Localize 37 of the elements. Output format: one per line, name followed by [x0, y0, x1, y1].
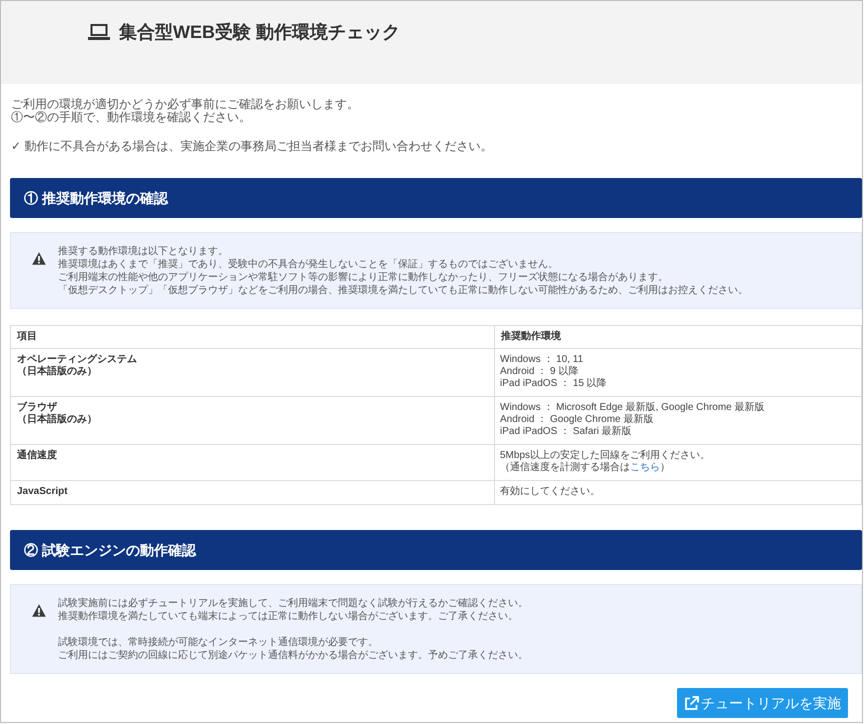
- spec-text: Android ： Google Chrome 最新版: [500, 414, 654, 426]
- spec-text: （通信速度を計測する場合はこちら）: [500, 462, 671, 474]
- external-link-icon: [684, 696, 699, 710]
- column-header: 項目: [10, 326, 494, 348]
- item-label: （日本語版のみ）: [17, 366, 98, 378]
- warning-icon: [32, 604, 46, 617]
- notice-text: 試験環境では、常時接続が可能なインターネット通信環境が必要です。: [58, 636, 379, 649]
- section-title: ② 試験エンジンの動作確認: [24, 540, 196, 560]
- page-title: 集合型WEB受験 動作環境チェック: [119, 21, 400, 44]
- contact-note: ✓ 動作に不具合がある場合は、実施企業の事務局ご担当者様までお問い合わせください。: [11, 140, 494, 153]
- notice-text: 「仮想デスクトップ」「仮想ブラウザ」などをご利用の場合、推奨環境を満たしていても正常に動作しない可能性があるため、ご利用はお控えください。: [58, 284, 748, 297]
- speed-test-link[interactable]: こちら: [630, 462, 660, 473]
- intro-text: ご利用の環境が適切かどうか必ず事前にご確認をお願いします。: [11, 98, 360, 111]
- notice-text: 推奨する動作環境は以下となります。: [58, 245, 229, 258]
- spec-text: Android ： 9 以降: [500, 366, 580, 378]
- section-title: ① 推奨動作環境の確認: [24, 188, 168, 208]
- notice-text: 推奨環境はあくまで「推奨」であり、受験中の不具合が発生しないことを「保証」するものではございません。: [58, 258, 559, 271]
- tutorial-button[interactable]: チュートリアルを実施: [677, 688, 848, 718]
- notice-text: 推奨動作環境を満たしていても端末によっては正常に動作しない場合がございます。ご了承ください。: [58, 610, 519, 623]
- notice-text: 試験実施前には必ずチュートリアルを実施して、ご利用端末で問題なく試験が行えるかご確認ください。: [58, 597, 528, 610]
- item-label: ブラウザ: [17, 402, 58, 414]
- spec-text: Windows ： 10, 11: [500, 354, 584, 366]
- item-label: 通信速度: [17, 450, 58, 462]
- spec-text: Windows ： Microsoft Edge 最新版, Google Chrome 最新版: [500, 402, 766, 414]
- spec-text: 有効にしてください。: [500, 486, 601, 498]
- warning-icon: [32, 252, 46, 265]
- column-header: 推奨動作環境: [494, 326, 862, 348]
- item-label: オペレーティングシステム: [17, 354, 138, 366]
- intro-text: ①〜②の手順で、動作環境を確認ください。: [11, 111, 252, 124]
- spec-text: 5Mbps以上の安定した回線をご利用ください。: [500, 450, 712, 462]
- notice-text: ご利用にはご契約の回線に応じて別途パケット通信料がかかる場合がございます。予めご了承ください。: [58, 649, 528, 662]
- laptop-icon: [88, 24, 110, 40]
- spec-text: iPad iPadOS ： Safari 最新版: [500, 426, 633, 438]
- item-label: JavaScript: [17, 486, 69, 498]
- item-label: （日本語版のみ）: [17, 414, 98, 426]
- spec-text: iPad iPadOS ： 15 以降: [500, 378, 608, 390]
- notice-text: ご利用端末の性能や他のアプリケーションや常駐ソフト等の影響により正常に動作しなかったり、フリーズ状態になる場合があります。: [58, 271, 669, 284]
